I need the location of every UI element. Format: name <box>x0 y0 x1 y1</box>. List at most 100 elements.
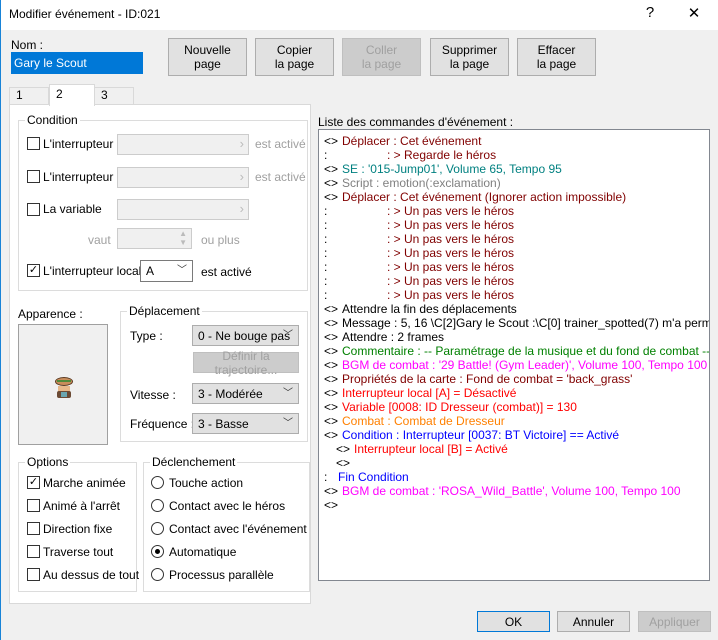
command-text: Déplacer : Cet événement <box>342 134 482 148</box>
command-line[interactable]: : Fin Condition <box>324 470 709 484</box>
help-button[interactable]: ? <box>635 4 665 21</box>
switch1-label: L'interrupteur <box>43 137 114 151</box>
command-line[interactable]: <> Interrupteur local [A] = Désactivé <box>324 386 709 400</box>
apply-button[interactable]: Appliquer <box>638 611 711 632</box>
speed-select[interactable]: 3 - Modérée ﹀ <box>192 383 299 404</box>
option-checkbox[interactable] <box>27 499 40 512</box>
command-text: : > Un pas vers le héros <box>387 274 515 288</box>
command-line[interactable]: :: > Un pas vers le héros <box>324 218 709 232</box>
chevron-down-icon: ﹀ <box>283 388 293 399</box>
trigger-radio[interactable] <box>151 499 164 512</box>
tab-3[interactable]: 3 <box>94 87 134 105</box>
command-prefix: : <box>324 260 328 274</box>
command-prefix: <> <box>324 190 339 204</box>
command-text: : > Un pas vers le héros <box>387 218 515 232</box>
command-text: Propriétés de la carte : Fond de combat … <box>342 372 633 386</box>
command-line[interactable]: <> <box>324 498 709 512</box>
route-button[interactable]: Définir la trajectoire... <box>193 349 299 377</box>
command-text: : > Un pas vers le héros <box>387 260 515 274</box>
command-line[interactable]: :: > Un pas vers le héros <box>324 288 709 302</box>
local-switch-label: L'interrupteur local <box>43 264 142 278</box>
button-label: Nouvelle <box>184 43 231 57</box>
trigger-radio[interactable] <box>151 568 164 581</box>
name-input[interactable] <box>11 52 143 74</box>
command-line[interactable]: :: > Un pas vers le héros <box>324 204 709 218</box>
variable-field[interactable]: › <box>117 199 249 220</box>
type-select[interactable]: 0 - Ne bouge pas ﹀ <box>192 325 299 346</box>
switch1-checkbox[interactable] <box>27 137 40 150</box>
switch1-field[interactable]: › <box>117 134 249 155</box>
command-line[interactable]: :: > Regarde le héros <box>324 148 709 162</box>
title-bar: Modifier événement - ID:021 ? ✕ <box>1 0 718 30</box>
switch2-checkbox[interactable] <box>27 170 40 183</box>
close-button[interactable]: ✕ <box>679 4 709 22</box>
value-stepper[interactable]: ▲ ▼ <box>117 228 192 249</box>
trigger-label: Contact avec l'événement <box>169 522 307 536</box>
command-prefix: <> <box>324 498 339 512</box>
type-value: 0 - Ne bouge pas <box>198 329 291 343</box>
command-line[interactable]: <> Commentaire : -- Paramétrage de la mus… <box>324 344 709 358</box>
tab-2[interactable]: 2 <box>49 84 95 106</box>
command-prefix: <> <box>324 358 339 372</box>
command-line[interactable]: :: > Un pas vers le héros <box>324 232 709 246</box>
option-checkbox[interactable]: ✓ <box>27 476 40 489</box>
command-line[interactable]: <> BGM de combat : 'ROSA_Wild_Battle', Vo… <box>324 484 709 498</box>
command-text: Attendre la fin des déplacements <box>342 302 517 316</box>
command-line[interactable]: :: > Un pas vers le héros <box>324 274 709 288</box>
option-checkbox[interactable] <box>27 568 40 581</box>
command-line[interactable]: <> Déplacer : Cet événement (Ignorer acti… <box>324 190 709 204</box>
trigger-radio[interactable] <box>151 476 164 489</box>
name-label: Nom : <box>11 38 44 52</box>
tab-label: 3 <box>101 88 108 102</box>
command-text: Message : 5, 16 \C[2]Gary le Scout :\C[0… <box>342 316 710 330</box>
option-label: Au dessus de tout <box>43 568 140 582</box>
appearance-preview[interactable] <box>18 324 108 445</box>
command-prefix: : <box>324 232 328 246</box>
command-line[interactable]: <> Variable [0008: ID Dresseur (combat)] … <box>324 400 709 414</box>
option-checkbox[interactable] <box>27 545 40 558</box>
command-prefix: : <box>324 246 328 260</box>
command-line[interactable]: <> Déplacer : Cet événement <box>324 134 709 148</box>
page-button-3[interactable]: Supprimer la page <box>430 38 509 76</box>
button-label: page <box>194 57 221 71</box>
command-prefix: <> <box>324 162 339 176</box>
page-button-1[interactable]: Copier la page <box>255 38 334 76</box>
command-line[interactable]: <> Combat : Combat de Dresseur <box>324 414 709 428</box>
ok-button[interactable]: OK <box>477 611 550 632</box>
options-title: Options <box>25 455 71 469</box>
trigger-radio[interactable] <box>151 522 164 535</box>
local-switch-select[interactable]: A ﹀ <box>140 260 193 282</box>
option-checkbox[interactable] <box>27 522 40 535</box>
page-button-0[interactable]: Nouvelle page <box>168 38 247 76</box>
command-prefix: <> <box>324 386 339 400</box>
command-line[interactable]: :: > Un pas vers le héros <box>324 246 709 260</box>
command-text: BGM de combat : 'ROSA_Wild_Battle', Volu… <box>342 484 681 498</box>
page-button-2[interactable]: Coller la page <box>342 38 421 76</box>
frequency-select[interactable]: 3 - Basse ﹀ <box>192 413 299 434</box>
variable-checkbox[interactable] <box>27 203 40 216</box>
tab-1[interactable]: 1 <box>9 87 49 105</box>
button-label: Supprimer <box>441 43 498 57</box>
command-line[interactable]: <> BGM de combat : '29 Battle! (Gym Leade… <box>324 358 709 372</box>
command-line[interactable]: <> <box>324 456 709 470</box>
command-line[interactable]: <> Interrupteur local [B] = Activé <box>324 442 709 456</box>
command-prefix: <> <box>324 330 339 344</box>
switch2-field[interactable]: › <box>117 167 249 188</box>
command-line[interactable]: <> Message : 5, 16 \C[2]Gary le Scout :\C… <box>324 316 709 330</box>
command-line[interactable]: <> Attendre la fin des déplacements <box>324 302 709 316</box>
command-line[interactable]: <> Script : emotion(:exclamation) <box>324 176 709 190</box>
trigger-label: Touche action <box>169 476 244 490</box>
command-line[interactable]: <> SE : '015-Jump01', Volume 65, Tempo 95 <box>324 162 709 176</box>
command-prefix: <> <box>324 414 339 428</box>
command-line[interactable]: <> Attendre : 2 frames <box>324 330 709 344</box>
trigger-radio[interactable] <box>151 545 164 558</box>
page-button-4[interactable]: Effacer la page <box>517 38 596 76</box>
command-line[interactable]: <> Propriétés de la carte : Fond de comba… <box>324 372 709 386</box>
command-line[interactable]: : : > Un pas vers le héros <box>324 260 709 274</box>
cancel-button[interactable]: Annuler <box>557 611 630 632</box>
command-line[interactable]: <> Condition : Interrupteur [0037: BT Vic… <box>324 428 709 442</box>
command-prefix: <> <box>324 134 339 148</box>
local-switch-checkbox[interactable]: ✓ <box>27 264 40 277</box>
command-list[interactable]: <> Déplacer : Cet événement:: > Regarde l… <box>318 129 710 581</box>
character-sprite <box>54 377 74 399</box>
